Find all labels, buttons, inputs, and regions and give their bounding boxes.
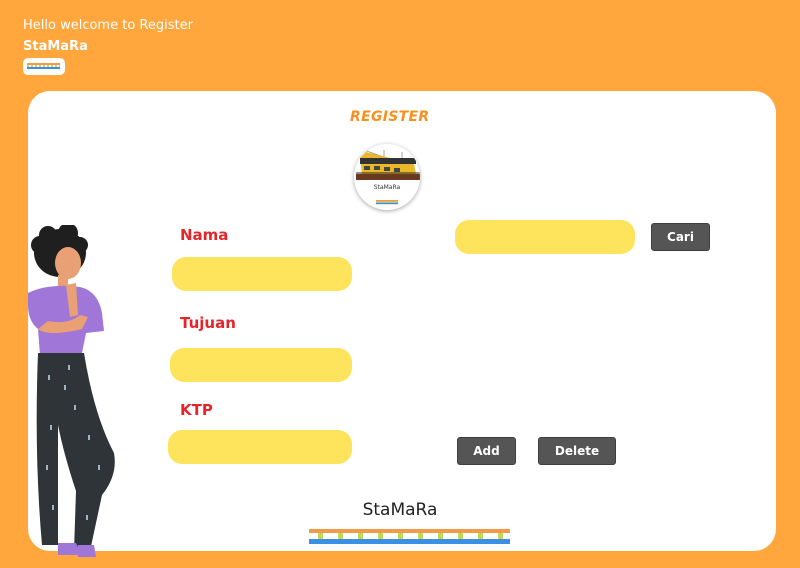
welcome-text: Hello welcome to Register <box>23 18 193 33</box>
tujuan-label: Tujuan <box>180 314 236 332</box>
train-logo-icon: StaMaRa <box>354 144 420 210</box>
footer-brand: StaMaRa <box>362 500 438 520</box>
nama-label: Nama <box>180 226 229 244</box>
cari-button[interactable]: Cari <box>651 223 710 251</box>
brand-name: StaMaRa <box>23 39 88 54</box>
footer-stripe-icon <box>309 529 510 546</box>
ktp-input[interactable] <box>168 430 352 464</box>
brand-badge-icon <box>23 58 65 75</box>
tujuan-input[interactable] <box>170 348 352 382</box>
delete-button[interactable]: Delete <box>538 437 616 465</box>
person-illustration-icon <box>28 225 115 557</box>
header: Hello welcome to Register StaMaRa <box>23 17 193 75</box>
add-button[interactable]: Add <box>457 437 516 465</box>
ktp-label: KTP <box>180 401 213 419</box>
nama-input[interactable] <box>172 257 352 291</box>
logo-label: StaMaRa <box>373 184 401 191</box>
page-title: REGISTER <box>350 109 430 125</box>
search-input[interactable] <box>455 220 635 254</box>
